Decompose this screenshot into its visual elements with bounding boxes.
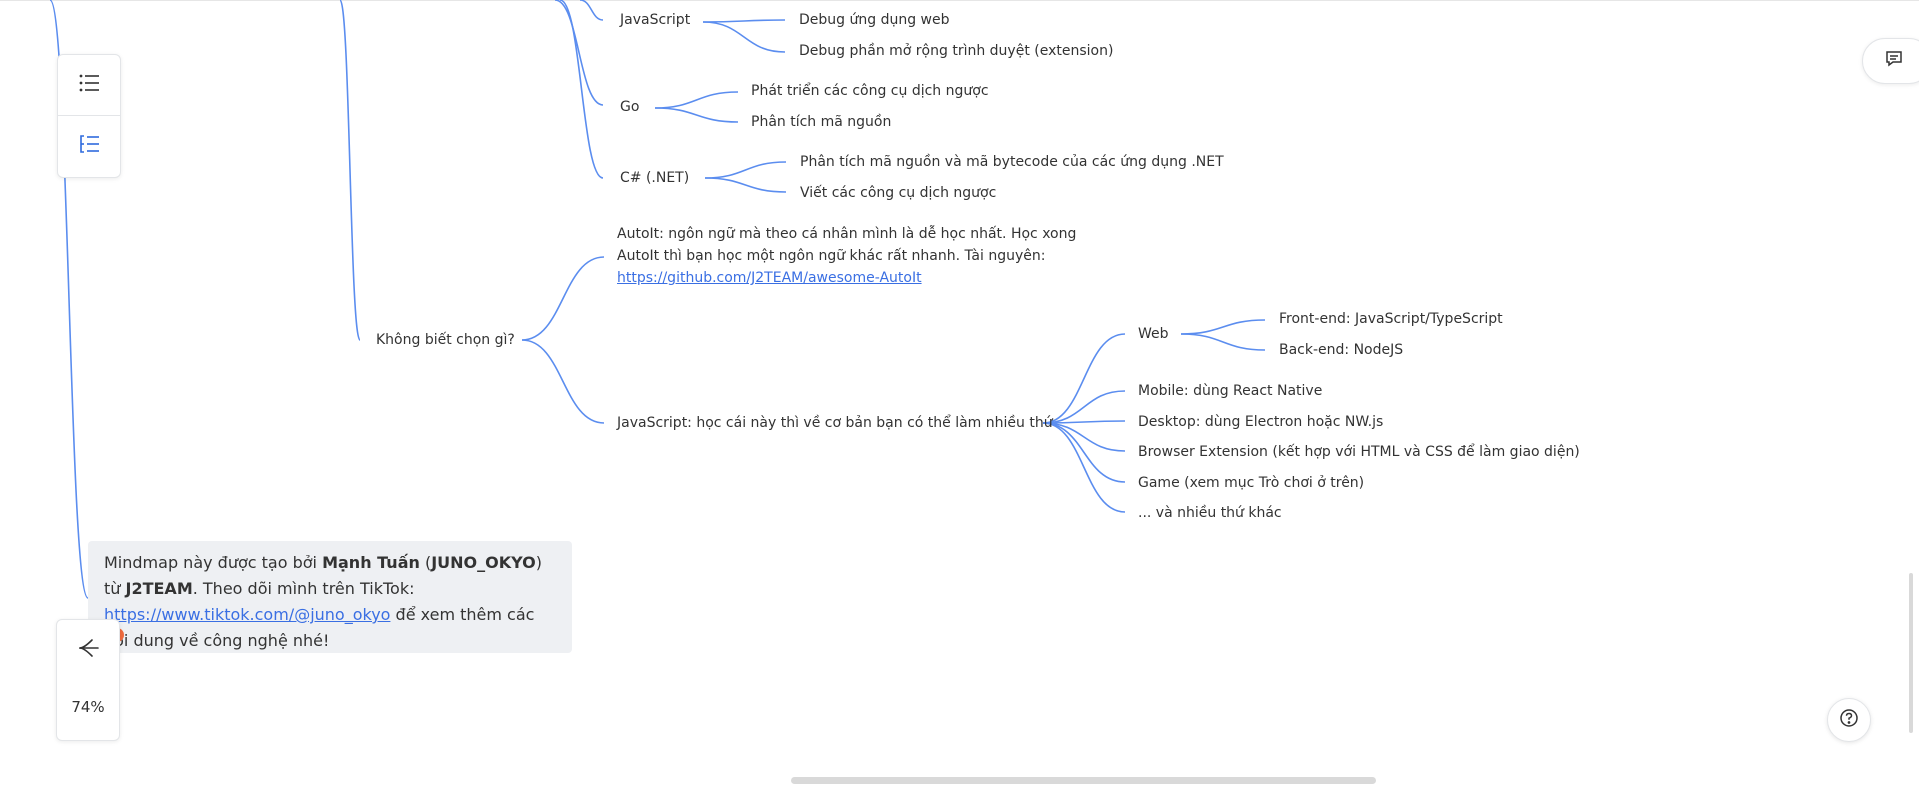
- tiktok-link[interactable]: https://www.tiktok.com/@juno_okyo: [104, 605, 390, 624]
- edge-cs-1: [704, 161, 787, 179]
- note-text-2: (: [419, 553, 432, 572]
- node-browser-extension[interactable]: Browser Extension (kết hợp với HTML và C…: [1138, 443, 1580, 461]
- view-mode-panel: [57, 54, 121, 178]
- edge-lang-cs: [559, 0, 604, 179]
- node-go-decompiler[interactable]: Phát triển các công cụ dịch ngược: [751, 82, 989, 100]
- list-icon: [78, 72, 100, 98]
- edge-js-game: [1042, 422, 1126, 483]
- autoit-text-1: AutoIt: ngôn ngữ mà theo cá nhân mình là…: [617, 226, 1077, 242]
- edge-lang-js: [579, 0, 604, 21]
- mindmap-canvas[interactable]: JavaScript Debug ứng dụng web Debug phần…: [0, 0, 1919, 786]
- edge-go-1: [654, 91, 739, 109]
- edge-go-2: [654, 107, 739, 123]
- layout-button[interactable]: [57, 620, 119, 680]
- mindmap-layout-icon: [76, 637, 100, 663]
- node-choose[interactable]: Không biết chọn gì?: [376, 331, 515, 349]
- note-text-4: . Theo dõi mình trên TikTok:: [192, 579, 415, 598]
- outline-view-button[interactable]: [58, 55, 120, 116]
- node-backend[interactable]: Back-end: NodeJS: [1279, 341, 1403, 359]
- note-team: J2TEAM: [125, 579, 193, 598]
- edge-web-frontend: [1180, 319, 1266, 335]
- node-js-choice[interactable]: JavaScript: học cái này thì về cơ bản bạ…: [617, 414, 1053, 432]
- mindmap-view-button[interactable]: [58, 116, 120, 176]
- edge-js-web-node: [1042, 333, 1126, 424]
- node-csharp[interactable]: C# (.NET): [620, 169, 689, 187]
- node-mobile[interactable]: Mobile: dùng React Native: [1138, 382, 1322, 400]
- node-cs-analysis[interactable]: Phân tích mã nguồn và mã bytecode của cá…: [800, 153, 1224, 171]
- edge-js-ext: [702, 21, 786, 53]
- mindmap-edges: [49, 0, 1266, 599]
- node-javascript[interactable]: JavaScript: [620, 11, 690, 29]
- vertical-scrollbar[interactable]: [1909, 573, 1913, 733]
- node-debug-web[interactable]: Debug ứng dụng web: [799, 11, 950, 29]
- node-web[interactable]: Web: [1138, 325, 1169, 343]
- horizontal-scrollbar[interactable]: [791, 777, 1376, 784]
- edge-js-mobile: [1042, 390, 1126, 424]
- edge-choose-autoit: [521, 256, 605, 341]
- autoit-link[interactable]: https://github.com/J2TEAM/awesome-AutoIt: [617, 270, 922, 286]
- edge-web-backend: [1180, 333, 1266, 351]
- node-frontend[interactable]: Front-end: JavaScript/TypeScript: [1279, 310, 1503, 328]
- edge-js-web: [702, 19, 786, 23]
- edge-root-choose: [339, 0, 361, 341]
- note-nick: JUNO_OKYO: [431, 553, 536, 572]
- node-go-source[interactable]: Phân tích mã nguồn: [751, 113, 891, 131]
- node-desktop[interactable]: Desktop: dùng Electron hoặc NW.js: [1138, 413, 1383, 431]
- edge-js-browser: [1042, 422, 1126, 452]
- node-more[interactable]: ... và nhiều thứ khác: [1138, 504, 1282, 522]
- edge-choose-js: [521, 339, 605, 424]
- zoom-panel: 74%: [56, 619, 120, 741]
- edge-cs-2: [704, 177, 787, 193]
- comment-button[interactable]: [1862, 38, 1919, 84]
- comment-icon: [1885, 50, 1903, 72]
- help-button[interactable]: [1827, 698, 1871, 742]
- note-author: Mạnh Tuấn: [322, 553, 420, 572]
- zoom-level[interactable]: 74%: [57, 698, 119, 716]
- node-cs-tools[interactable]: Viết các công cụ dịch ngược: [800, 184, 996, 202]
- help-icon: [1839, 708, 1859, 732]
- note-text-1: Mindmap này được tạo bởi: [104, 553, 323, 572]
- node-autoit[interactable]: AutoIt: ngôn ngữ mà theo cá nhân mình là…: [617, 223, 1087, 289]
- autoit-text-2: AutoIt thì bạn học một ngôn ngữ khác rất…: [617, 248, 1046, 264]
- node-debug-extension[interactable]: Debug phần mở rộng trình duyệt (extensio…: [799, 42, 1113, 60]
- node-go[interactable]: Go: [620, 98, 639, 116]
- author-note[interactable]: Mindmap này được tạo bởi Mạnh Tuấn (JUNO…: [88, 541, 572, 653]
- outline-tree-icon: [78, 133, 100, 159]
- node-game[interactable]: Game (xem mục Trò chơi ở trên): [1138, 474, 1364, 492]
